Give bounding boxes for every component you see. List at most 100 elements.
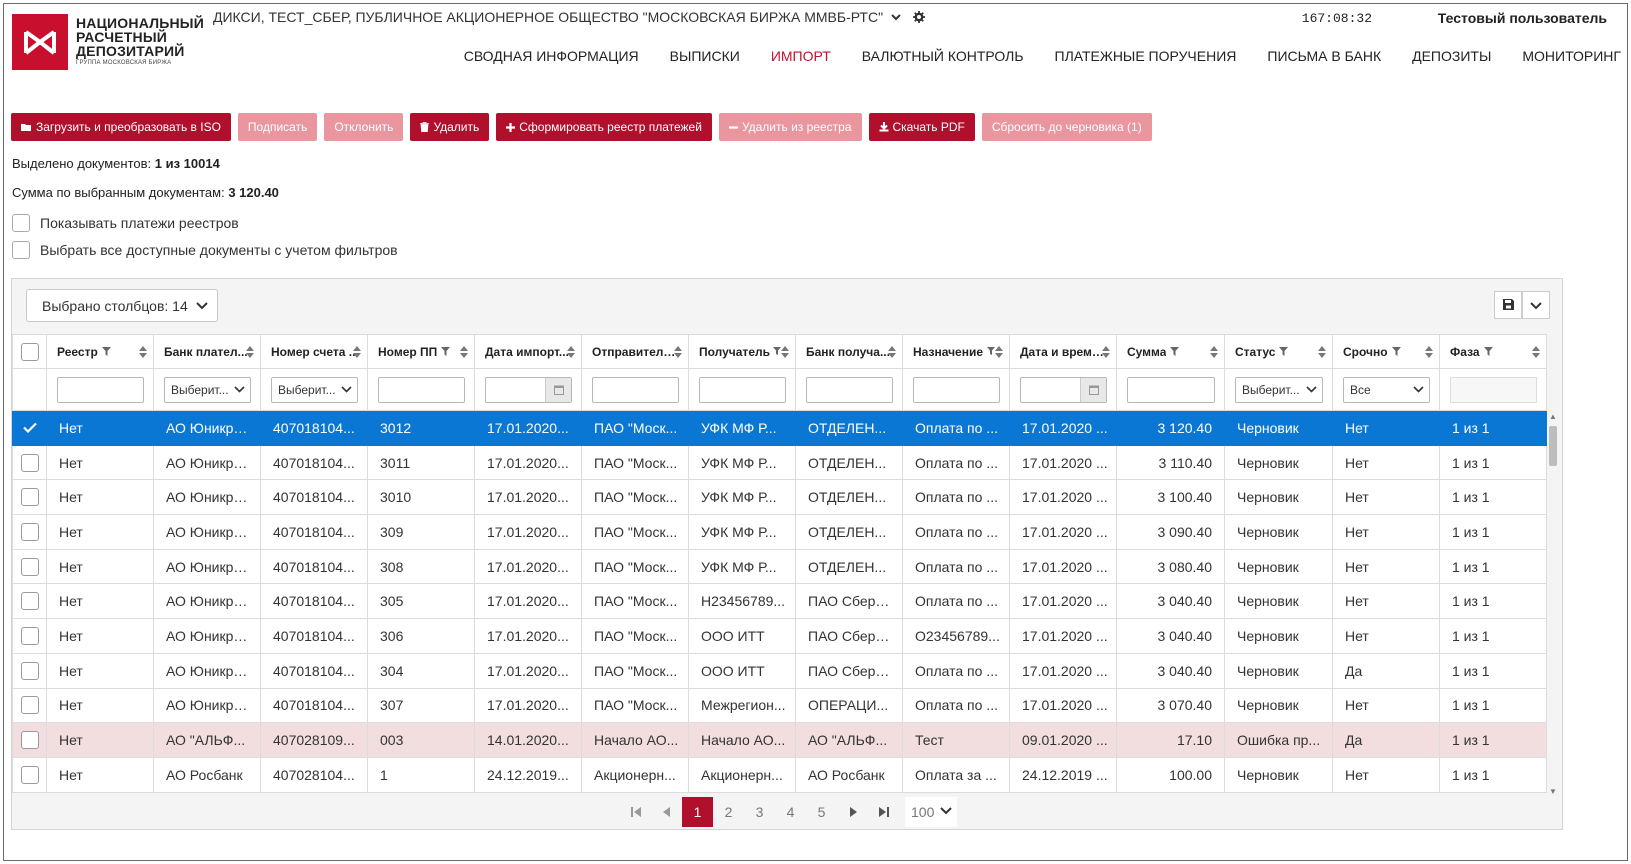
filter-icon[interactable] [1391,347,1401,357]
filter-icon[interactable] [101,347,111,357]
upload-iso-button[interactable]: Загрузить и преобразовать в ISO [11,113,231,141]
sort-icon[interactable] [674,346,682,358]
grid-options-dropdown[interactable] [1522,291,1550,319]
col-header-urgent[interactable]: Срочно [1332,334,1440,369]
row-select-cell[interactable] [12,687,47,724]
page-5[interactable]: 5 [806,797,837,827]
col-header-payment-number[interactable]: Номер ПП [367,334,475,369]
col-header-status[interactable]: Статус [1224,334,1333,369]
row-select-cell[interactable] [12,618,47,654]
filter-account-select[interactable]: Выберит... [271,376,358,403]
row-select-cell[interactable] [12,652,47,689]
calendar-icon[interactable] [545,377,571,402]
checkmark-icon[interactable] [22,420,37,436]
select-all-filtered-row[interactable]: Выбрать все доступные документы с учетом… [12,241,398,259]
row-checkbox[interactable] [20,592,39,611]
filter-icon[interactable] [1279,347,1289,357]
filter-registry-input[interactable] [57,376,144,403]
logo[interactable]: НАЦИОНАЛЬНЫЙ РАСЧЕТНЫЙ ДЕПОЗИТАРИЙ ГРУПП… [12,14,204,70]
row-select-cell[interactable] [12,444,47,481]
chevron-down-icon[interactable] [891,13,901,21]
sort-icon[interactable] [567,346,575,358]
remove-from-registry-button[interactable]: Удалить из реестра [718,113,862,141]
row-select-cell[interactable] [12,410,47,446]
filter-icon[interactable] [1170,347,1180,357]
show-registry-payments-row[interactable]: Показывать платежи реестров [12,214,239,232]
filter-amount-input[interactable] [1127,376,1215,403]
table-row[interactable]: Нет АО Юникре... 407018104... 305 17.01.2020… [12,583,1547,620]
reset-to-draft-button[interactable]: Сбросить до черновика (1) [981,113,1152,141]
filter-sender-input[interactable] [592,376,679,403]
row-select-cell[interactable] [12,479,47,516]
prev-page-icon[interactable] [651,797,682,827]
first-page-icon[interactable] [620,797,651,827]
row-select-cell[interactable] [12,514,47,550]
filter-urgent-select[interactable]: Все [1343,376,1430,403]
nav-payment-orders[interactable]: ПЛАТЕЖНЫЕ ПОРУЧЕНИЯ [1055,48,1237,64]
col-header-recipient-bank[interactable]: Банк получа... [795,334,903,369]
organization-selector[interactable]: ДИКСИ, ТЕСТ_СБЕР, ПУБЛИЧНОЕ АКЦИОНЕРНОЕ … [213,9,926,25]
nav-statements[interactable]: ВЫПИСКИ [670,48,740,64]
filter-purpose-input[interactable] [913,376,1000,403]
table-row[interactable]: Нет АО Юникре... 407018104... 3010 17.01.202… [12,479,1547,516]
row-checkbox[interactable] [20,488,39,507]
last-page-icon[interactable] [868,797,899,827]
page-size-select[interactable]: 100 [905,797,957,827]
col-header-payer-bank[interactable]: Банк плател... [153,334,261,369]
sort-icon[interactable] [139,346,147,358]
row-select-cell[interactable] [12,548,47,585]
nav-deposits[interactable]: ДЕПОЗИТЫ [1412,48,1491,64]
row-checkbox[interactable] [20,731,39,750]
table-row[interactable]: Нет АО Юникре... 407018104... 306 17.01.2020… [12,618,1547,654]
sort-icon[interactable] [1532,346,1540,358]
sort-icon[interactable] [353,346,361,358]
row-select-cell[interactable] [12,722,47,758]
row-select-cell[interactable] [12,756,47,793]
reject-button[interactable]: Отклонить [324,113,404,141]
row-checkbox[interactable] [20,453,39,472]
col-header-amount[interactable]: Сумма [1116,334,1225,369]
row-checkbox[interactable] [20,765,39,784]
form-registry-button[interactable]: Сформировать реестр платежей [496,113,712,141]
col-header-sender[interactable]: Отправитель... [581,334,689,369]
col-header-purpose[interactable]: Назначение [902,334,1010,369]
nav-summary[interactable]: СВОДНАЯ ИНФОРМАЦИЯ [464,48,639,64]
nav-bank-letters[interactable]: ПИСЬМА В БАНК [1267,48,1381,64]
next-page-icon[interactable] [837,797,868,827]
filter-import-date-picker[interactable] [485,376,572,403]
calendar-icon[interactable] [1080,377,1106,402]
filter-recipient-input[interactable] [699,376,786,403]
page-1[interactable]: 1 [682,797,713,827]
table-row[interactable]: Нет АО "АЛЬФ... 407028109... 003 14.01.2020.… [12,722,1547,758]
table-row[interactable]: Нет АО Юникре... 407018104... 304 17.01.2020… [12,652,1547,689]
select-all-header[interactable] [12,334,47,369]
row-select-cell[interactable] [12,583,47,620]
show-registry-payments-checkbox[interactable] [12,214,30,232]
sort-icon[interactable] [1318,346,1326,358]
page-2[interactable]: 2 [713,797,744,827]
table-row[interactable]: Нет АО Росбанк 407028104... 1 24.12.2019... А… [12,756,1547,793]
col-header-phase[interactable]: Фаза [1439,334,1547,369]
filter-recipient-bank-input[interactable] [806,376,893,403]
filter-payer-bank-select[interactable]: Выберит... [164,376,251,403]
row-checkbox[interactable] [20,523,39,542]
select-all-filtered-checkbox[interactable] [12,241,30,259]
sort-icon[interactable] [1425,346,1433,358]
table-row[interactable]: Нет АО Юникре... 407018104... 3011 17.01.202… [12,444,1547,481]
filter-sort-icon[interactable] [773,346,789,358]
gear-icon[interactable] [913,11,926,23]
col-header-account-number[interactable]: Номер счета ... [260,334,368,369]
nav-monitoring[interactable]: МОНИТОРИНГ [1522,48,1621,64]
table-row[interactable]: Нет АО Юникре... 407018104... 307 17.01.2020… [12,687,1547,724]
scroll-up-icon[interactable]: ▲ [1549,412,1557,421]
nav-import[interactable]: ИМПОРТ [771,48,831,64]
select-all-checkbox[interactable] [20,342,39,361]
page-3[interactable]: 3 [744,797,775,827]
col-header-datetime[interactable]: Дата и время... [1009,334,1117,369]
table-row[interactable]: Нет АО Юникре... 407018104... 3012 17.01.202… [12,410,1547,446]
sort-icon[interactable] [460,346,468,358]
sort-icon[interactable] [1102,346,1110,358]
sort-icon[interactable] [246,346,254,358]
save-layout-button[interactable] [1494,291,1522,319]
row-checkbox[interactable] [20,627,39,646]
